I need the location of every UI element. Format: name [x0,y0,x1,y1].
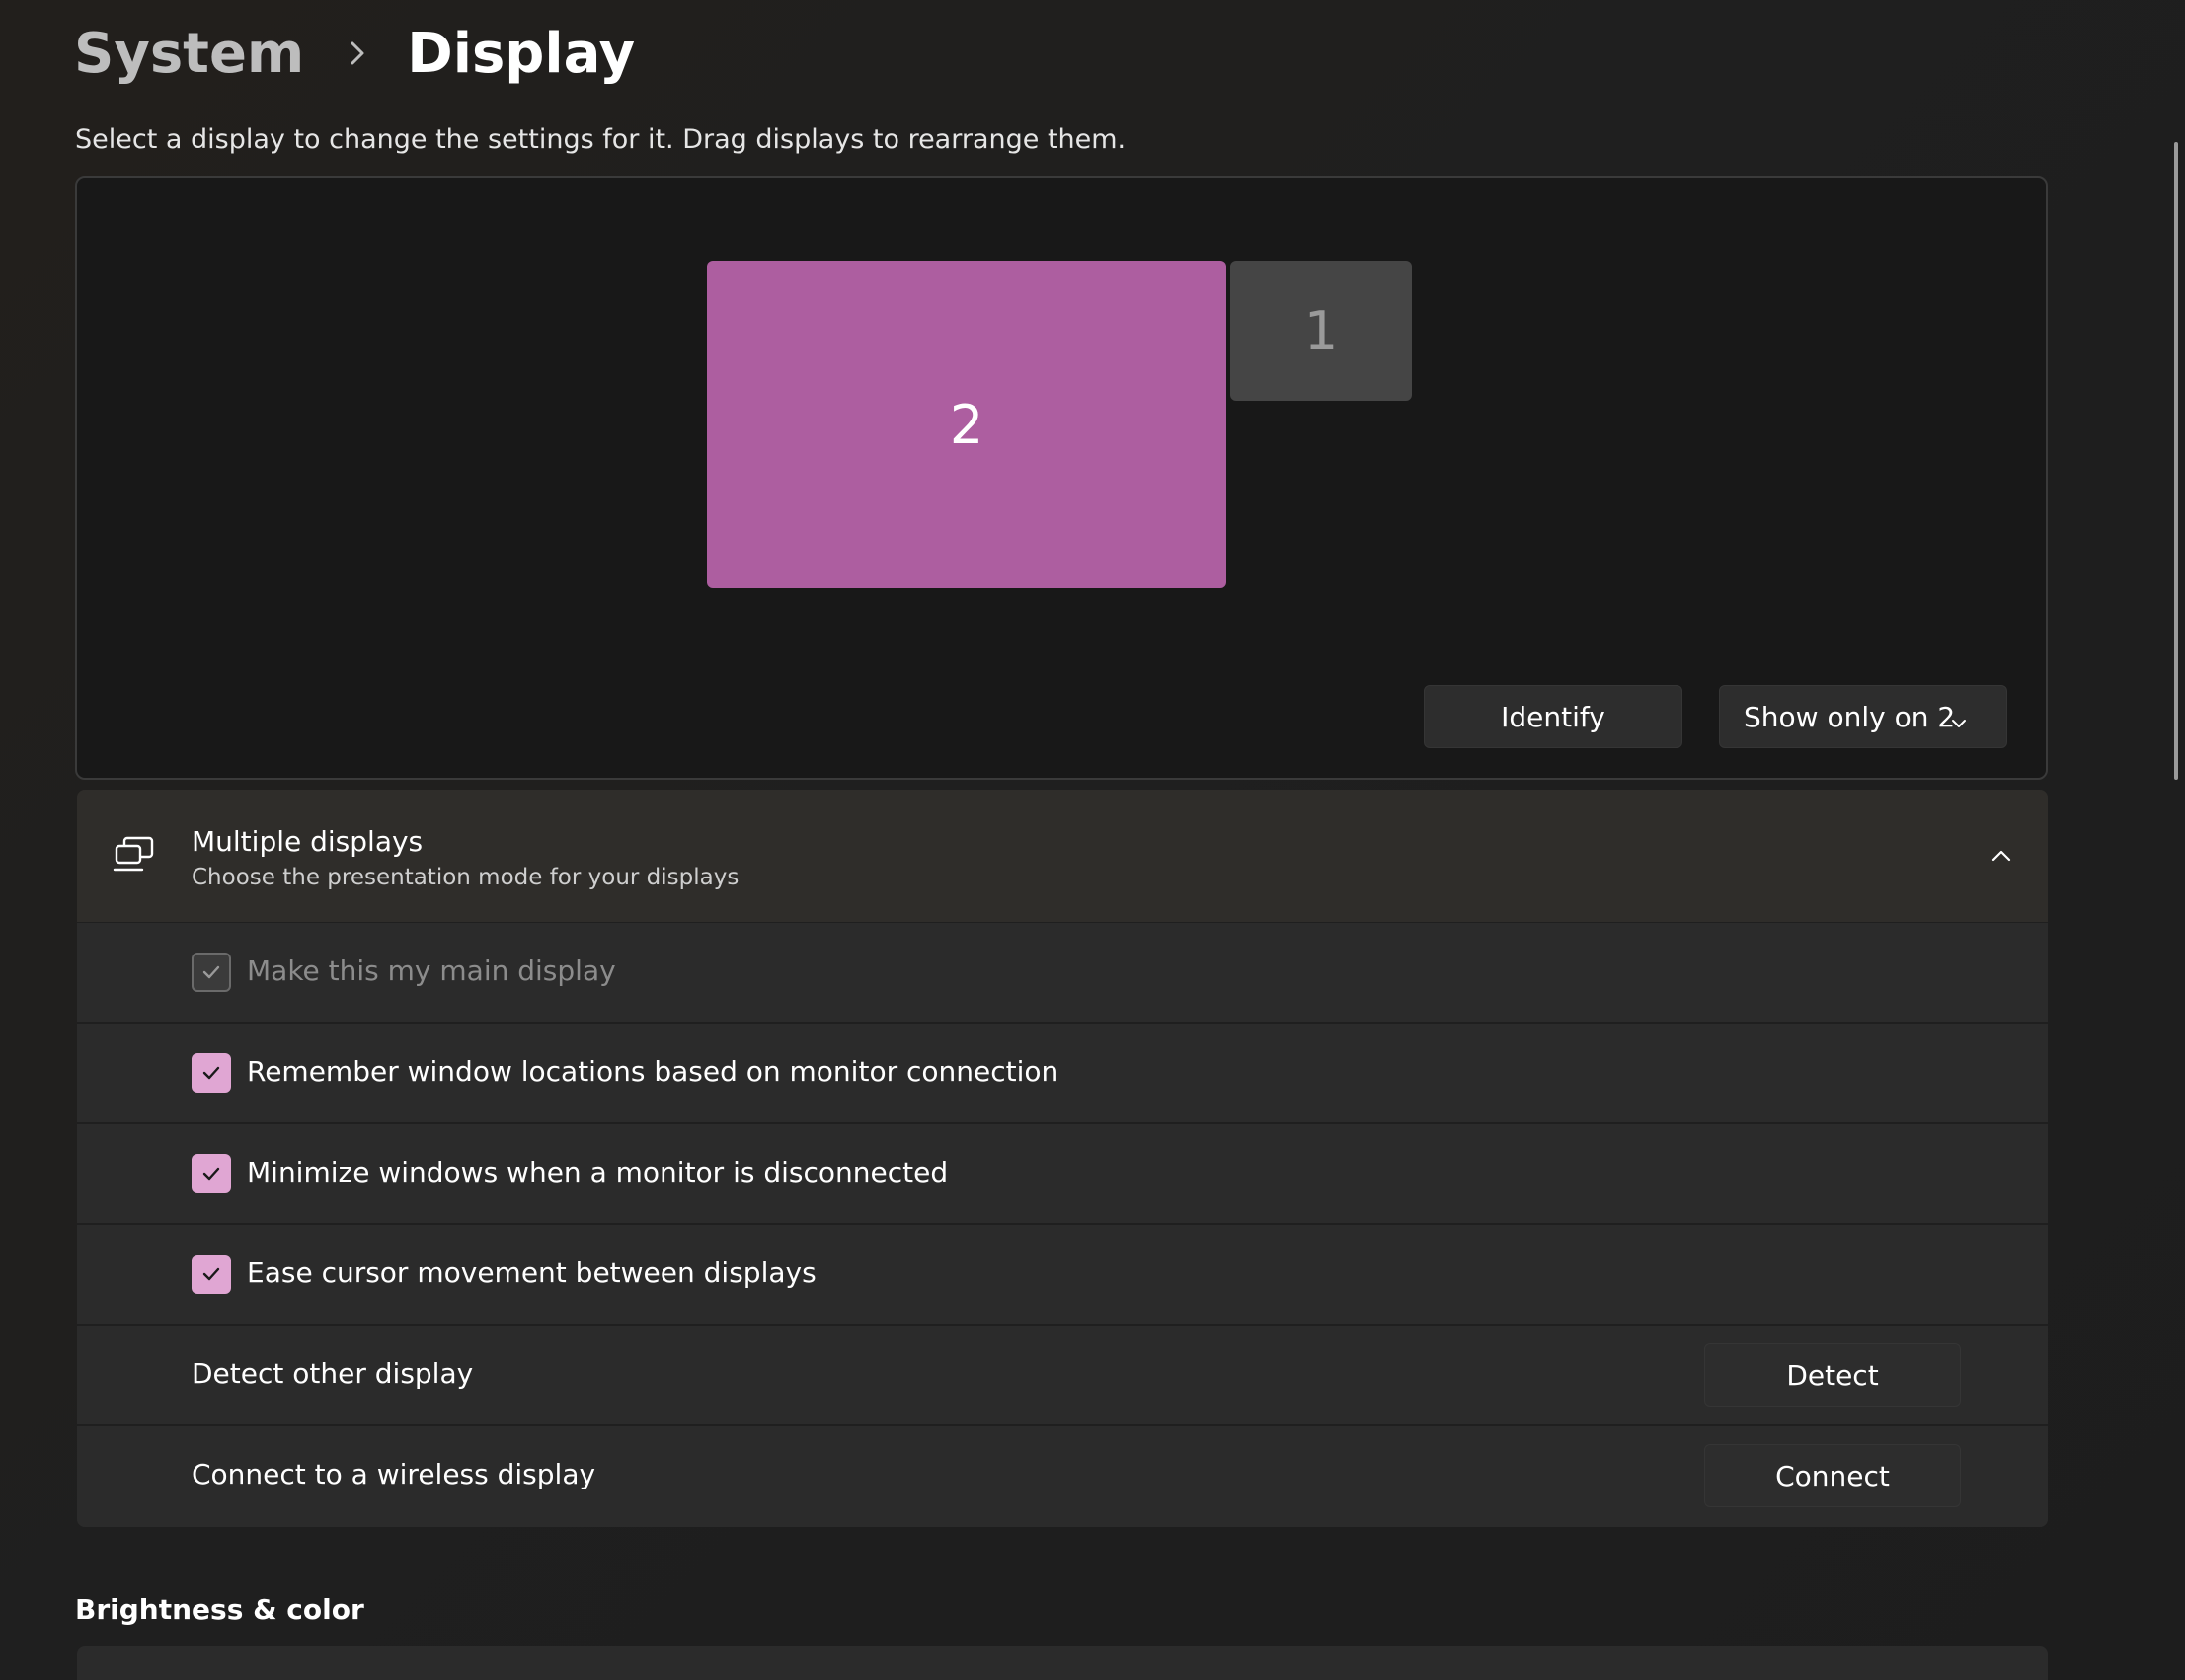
monitor-2-number: 2 [949,393,984,456]
checkmark-icon [202,1066,220,1080]
detect-button[interactable]: Detect [1704,1343,1961,1407]
main-display-label: Make this my main display [247,955,616,987]
multiple-displays-icon [113,835,156,875]
main-display-checkbox[interactable] [192,953,231,992]
display-arrangement-canvas: 2 1 Identify Show only on 2 [75,176,2048,780]
ease-cursor-checkbox[interactable] [192,1255,231,1294]
remember-window-locations-checkbox[interactable] [192,1053,231,1093]
detect-display-label: Detect other display [192,1357,474,1390]
checkmark-icon [202,1167,220,1181]
display-mode-dropdown[interactable]: Show only on 2 [1719,685,2007,748]
scrollbar-thumb[interactable] [2174,142,2178,780]
display-mode-value: Show only on 2 [1744,700,1956,733]
multiple-displays-subtitle: Choose the presentation mode for your di… [192,865,740,890]
chevron-down-icon [1949,708,1969,727]
breadcrumb: System Display [74,14,635,93]
breadcrumb-system-link[interactable]: System [74,22,304,86]
monitor-1-number: 1 [1303,299,1339,362]
wireless-display-label: Connect to a wireless display [192,1458,596,1490]
minimize-windows-label: Minimize windows when a monitor is disco… [247,1156,949,1188]
arrangement-instructions: Select a display to change the settings … [75,124,1127,155]
monitor-2-tile[interactable]: 2 [707,261,1226,588]
chevron-right-icon [334,14,381,93]
settings-page: System Display Select a display to chang… [0,0,2185,1680]
chevron-up-icon[interactable] [1989,843,2014,869]
monitor-1-tile[interactable]: 1 [1230,261,1412,401]
main-display-row: Make this my main display [77,923,2048,1024]
page-title: Display [407,21,636,86]
multiple-displays-title: Multiple displays [192,825,424,858]
multiple-displays-header[interactable]: Multiple displays Choose the presentatio… [77,790,2048,923]
connect-button[interactable]: Connect [1704,1444,1961,1507]
brightness-color-heading: Brightness & color [75,1593,364,1626]
remember-window-locations-row: Remember window locations based on monit… [77,1024,2048,1124]
wireless-display-row: Connect to a wireless display Connect [77,1426,2048,1527]
remember-window-locations-label: Remember window locations based on monit… [247,1055,1059,1088]
brightness-card [77,1646,2048,1680]
minimize-windows-row: Minimize windows when a monitor is disco… [77,1124,2048,1225]
minimize-windows-checkbox[interactable] [192,1154,231,1193]
checkmark-icon [202,965,220,979]
ease-cursor-row: Ease cursor movement between displays [77,1225,2048,1326]
checkmark-icon [202,1267,220,1281]
identify-button[interactable]: Identify [1424,685,1682,748]
ease-cursor-label: Ease cursor movement between displays [247,1257,817,1289]
detect-display-row: Detect other display Detect [77,1326,2048,1426]
multiple-displays-expander: Multiple displays Choose the presentatio… [77,790,2048,1527]
